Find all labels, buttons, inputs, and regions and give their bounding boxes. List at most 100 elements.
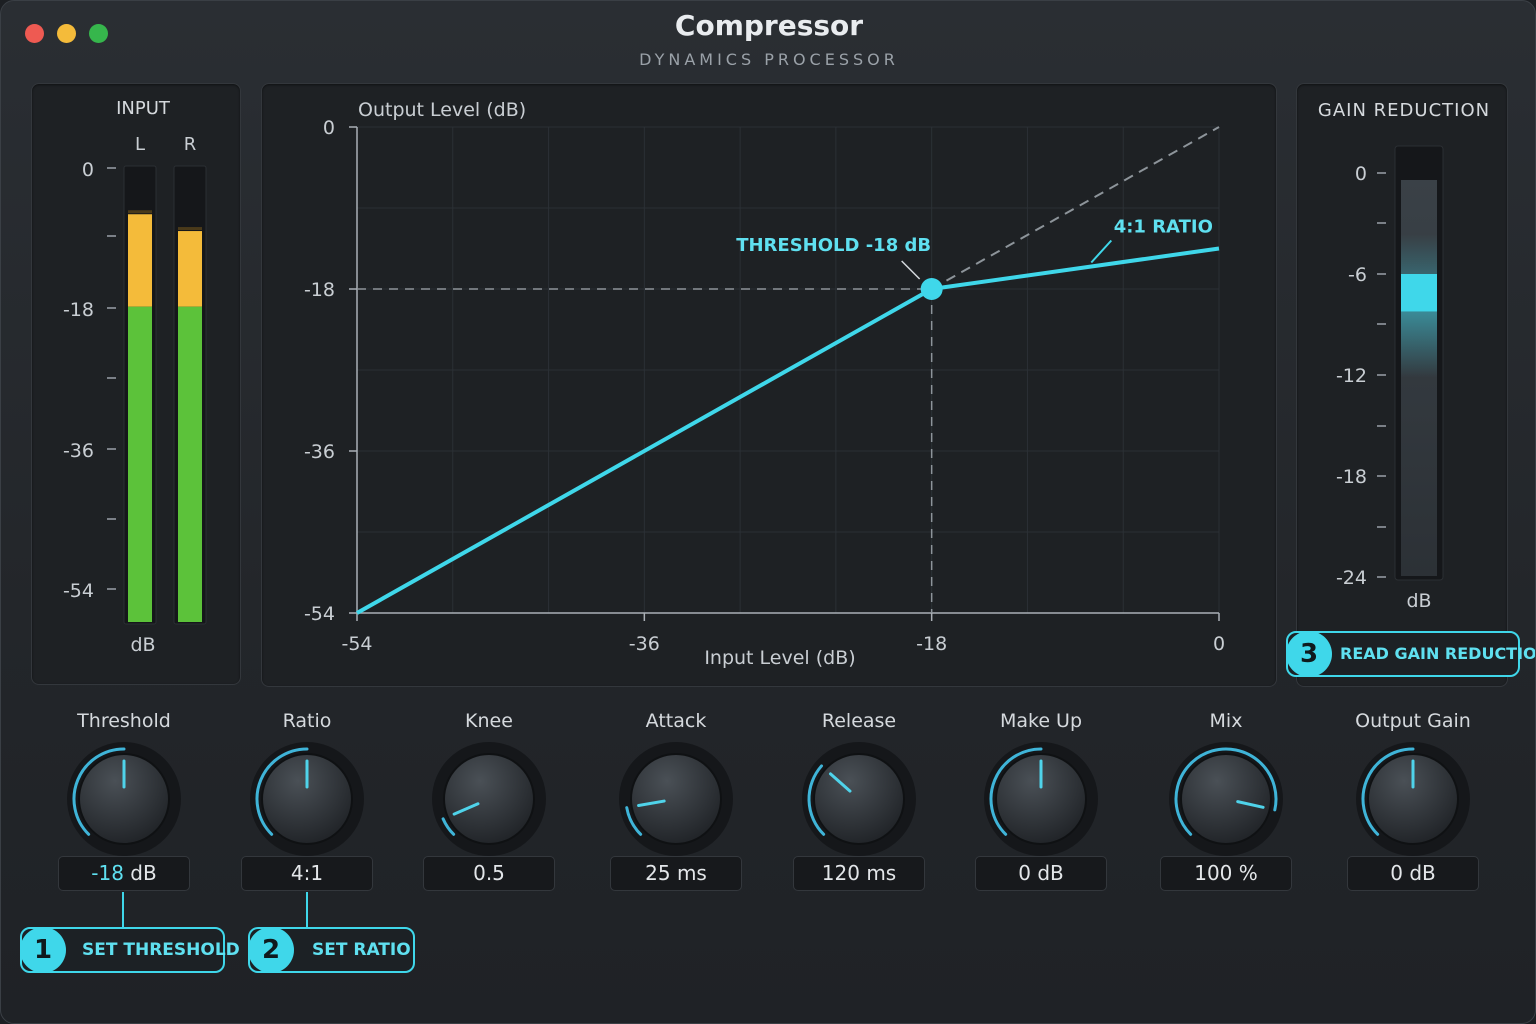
input-meter-panel: INPUT L R 0 -18 -36 -54 dB (31, 83, 241, 685)
knob-knee: Knee 0.5 (399, 701, 579, 901)
meter-bars (128, 210, 202, 622)
meter-scale-ticks (107, 167, 116, 590)
controls-row: Threshold -18 dB Ratio 4:1 Knee 0.5 Attack 25 m… (1, 701, 1535, 901)
knob-cap (813, 753, 905, 845)
y-tick-label-0: 0 (323, 117, 335, 139)
gr-scale-18: -18 (1336, 466, 1367, 488)
threshold-handle[interactable] (920, 278, 943, 300)
value-text-release: 120 ms (821, 861, 897, 885)
meter-unit: dB (130, 634, 155, 656)
meter-yellow-R (178, 231, 202, 307)
meter-scale-0: 0 (82, 159, 94, 181)
meter-green-L (128, 306, 152, 622)
callout-text-3: READ GAIN REDUCTION (1340, 644, 1536, 663)
gr-level-bar (1401, 274, 1437, 312)
gr-scale-12: -12 (1336, 365, 1367, 387)
value-text-ratio: 4:1 (290, 861, 324, 885)
channel-label-right: R (184, 134, 197, 155)
knob-label-output-gain: Output Gain (1355, 710, 1471, 732)
gr-unit: dB (1406, 590, 1431, 612)
knob-label-make-up: Make Up (999, 710, 1083, 732)
knob-ratio: Ratio 4:1 (217, 701, 397, 901)
value-field-attack[interactable]: 25 ms (610, 856, 742, 891)
callout-text-1: SET THRESHOLD (82, 940, 240, 960)
knob-label-mix: Mix (1209, 710, 1243, 732)
knob-dial-knee[interactable] (429, 739, 549, 859)
knob-dial-release[interactable] (799, 739, 919, 859)
knob-dial-attack[interactable] (616, 739, 736, 859)
gr-scale-ticks (1377, 172, 1386, 578)
callout-read-gain-reduction[interactable]: 3 READ GAIN REDUCTION (1286, 631, 1535, 677)
value-text-knee: 0.5 (473, 861, 505, 885)
gain-reduction-title: GAIN REDUCTION (1318, 100, 1490, 121)
x-tick-label-0: -54 (341, 633, 372, 655)
threshold-connector (122, 892, 124, 928)
chart-ticks: -54 -36 -18 0 0 -18 -36 -54 (304, 117, 1225, 655)
knob-mix: Mix 100 % (1136, 701, 1316, 901)
value-text-attack: 25 ms (645, 861, 707, 885)
transfer-curve-chart[interactable]: -54 -36 -18 0 0 -18 -36 -54 Output Level (dB) I… (262, 84, 1278, 688)
chart-ylabel: Output Level (dB) (358, 99, 526, 121)
y-tick-label-1: -18 (304, 279, 335, 301)
knob-dial-ratio[interactable] (247, 739, 367, 859)
knob-dial-mix[interactable] (1166, 739, 1286, 859)
input-meter-title: INPUT (116, 98, 171, 119)
channel-label-left: L (135, 134, 145, 155)
knob-label-threshold: Threshold (77, 710, 171, 732)
knob-label-attack: Attack (645, 710, 707, 732)
value-field-make-up[interactable]: 0 dB (975, 856, 1107, 891)
knob-dial-output-gain[interactable] (1353, 739, 1473, 859)
value-field-release[interactable]: 120 ms (793, 856, 925, 891)
callout-set-threshold[interactable]: 1 SET THRESHOLD (20, 927, 240, 973)
meter-scale-18: -18 (63, 299, 94, 321)
gr-scale-24: -24 (1336, 567, 1367, 589)
window-subtitle: DYNAMICS PROCESSOR (639, 50, 899, 69)
meter-cap-L (128, 210, 152, 214)
value-field-mix[interactable]: 100 % (1160, 856, 1292, 891)
x-tick-label-1: -36 (629, 633, 660, 655)
knob-output-gain: Output Gain 0 dB (1323, 701, 1503, 901)
callout-text-2: SET RATIO (312, 940, 411, 960)
ratio-annotation: 4:1 RATIO (1114, 217, 1213, 238)
gr-scale-6: -6 (1348, 264, 1367, 286)
ratio-connector (306, 892, 308, 928)
value-field-knee[interactable]: 0.5 (423, 856, 555, 891)
value-field-ratio[interactable]: 4:1 (241, 856, 373, 891)
value-text-mix: 100 % (1194, 861, 1258, 885)
input-meter-svg: INPUT L R 0 -18 -36 -54 dB (63, 98, 207, 656)
transfer-curve-line (356, 246, 1220, 615)
knob-cap (1180, 753, 1272, 845)
callout-number-2: 2 (248, 927, 294, 973)
compressor-window: Compressor DYNAMICS PROCESSOR INPUT L R … (0, 0, 1536, 1024)
x-tick-label-2: -18 (916, 633, 947, 655)
transfer-curve-panel: -54 -36 -18 0 0 -18 -36 -54 Output Level (dB) I… (261, 83, 1277, 687)
meter-scale-54: -54 (63, 580, 94, 602)
callout-set-ratio[interactable]: 2 SET RATIO (248, 927, 415, 973)
knob-dial-make-up[interactable] (981, 739, 1101, 859)
knob-release: Release 120 ms (769, 701, 949, 901)
knob-cap (443, 753, 535, 845)
callout-number-1: 1 (20, 927, 66, 973)
chart-xlabel: Input Level (dB) (704, 647, 855, 669)
threshold-pointer (901, 260, 921, 280)
y-tick-label-3: -54 (304, 603, 335, 625)
value-text-make-up: 0 dB (1018, 861, 1064, 885)
knob-threshold: Threshold -18 dB (34, 701, 214, 901)
gain-reduction-svg: GAIN REDUCTION 0 -6 -12 -18 -24 dB (1318, 100, 1490, 612)
value-text-output-gain: 0 dB (1390, 861, 1436, 885)
x-tick-label-3: 0 (1213, 633, 1225, 655)
value-text-threshold: dB (123, 861, 157, 885)
threshold-annotation: THRESHOLD -18 dB (736, 235, 931, 256)
knob-label-release: Release (821, 710, 897, 732)
gr-scale-0: 0 (1355, 163, 1367, 185)
value-field-output-gain[interactable]: 0 dB (1347, 856, 1479, 891)
knob-label-knee: Knee (465, 710, 513, 732)
callout-number-3: 3 (1286, 631, 1332, 677)
knob-dial-threshold[interactable] (64, 739, 184, 859)
meter-scale-36: -36 (63, 440, 94, 462)
knob-label-ratio: Ratio (282, 710, 332, 732)
meter-cap-R (178, 227, 202, 231)
value-field-threshold[interactable]: -18 dB (58, 856, 190, 891)
meter-yellow-L (128, 214, 152, 307)
meter-green-R (178, 306, 202, 622)
